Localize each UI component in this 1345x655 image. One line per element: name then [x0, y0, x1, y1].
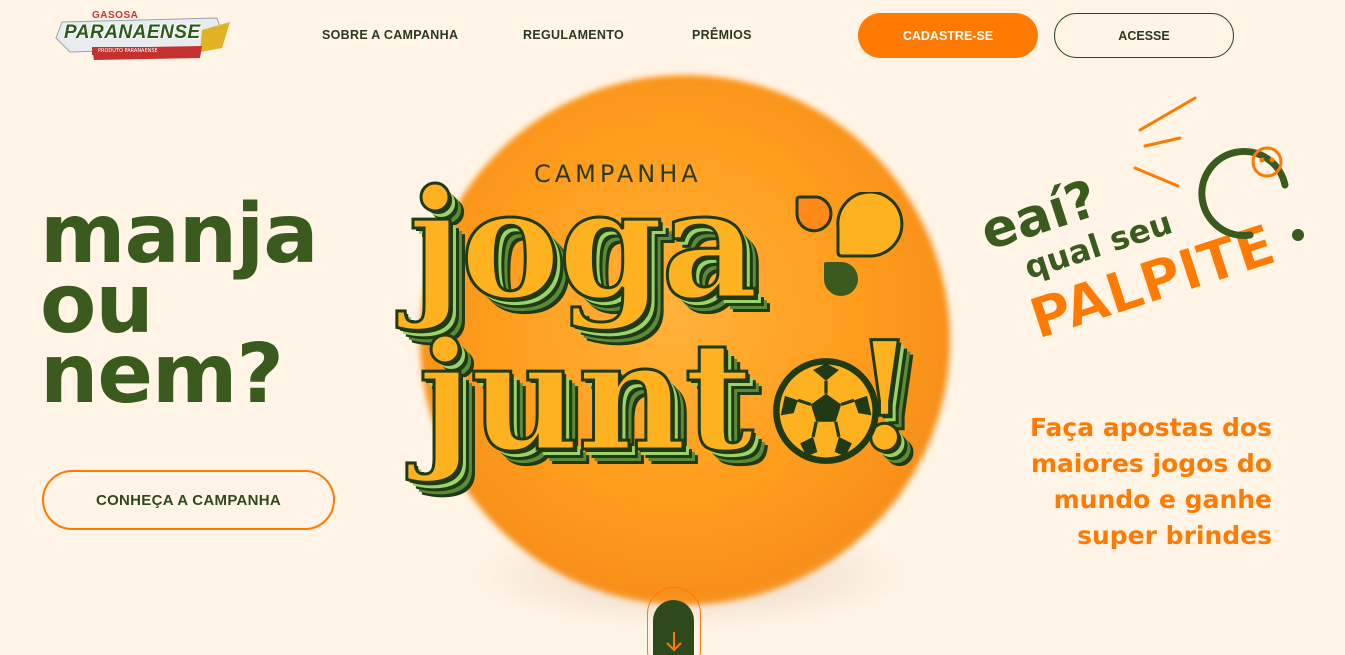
- acesse-button[interactable]: ACESSE: [1054, 13, 1234, 58]
- cadastre-se-button[interactable]: CADASTRE-SE: [858, 13, 1038, 58]
- palpite-badge: eaí? qual seu PALPITE: [960, 90, 1320, 353]
- conheca-a-campanha-button[interactable]: CONHEÇA A CAMPANHA: [42, 470, 335, 530]
- scroll-down-button[interactable]: [647, 587, 701, 655]
- tagline-line-4: super brindes: [1077, 521, 1272, 550]
- nav-sobre-a-campanha[interactable]: SOBRE A CAMPANHA: [322, 28, 458, 42]
- tagline-line-3: mundo e ganhe: [1053, 485, 1272, 514]
- hero-tagline: Faça apostas dos maiores jogos do mundo …: [990, 410, 1272, 554]
- palpite-graphic: eaí? qual seu PALPITE: [973, 96, 1304, 353]
- green-drop-icon: [824, 262, 858, 296]
- hero-headline: manja ou nem?: [40, 194, 319, 422]
- tagline-line-1: Faça apostas dos: [1029, 413, 1272, 442]
- yellow-drop-icon: [836, 192, 904, 258]
- logo-word-junt: junt: [417, 309, 756, 485]
- headline-line-3: nem?: [40, 327, 284, 422]
- brand-logo[interactable]: GASOSA PARANAENSE PRODUTO PARANAENSE: [52, 8, 232, 64]
- brand-name: PARANAENSE: [64, 22, 201, 43]
- soccer-ball-icon: [773, 358, 879, 464]
- nav-regulamento[interactable]: REGULAMENTO: [523, 28, 624, 42]
- scroll-pill: [653, 600, 694, 655]
- logo-word-joga: joga: [406, 157, 759, 333]
- nav-premios[interactable]: PRÊMIOS: [692, 28, 752, 42]
- brand-sub: PRODUTO PARANAENSE: [92, 47, 164, 55]
- tagline-line-2: maiores jogos do: [1030, 449, 1272, 478]
- arrow-down-icon: [666, 632, 682, 652]
- brand-top: GASOSA: [92, 10, 139, 21]
